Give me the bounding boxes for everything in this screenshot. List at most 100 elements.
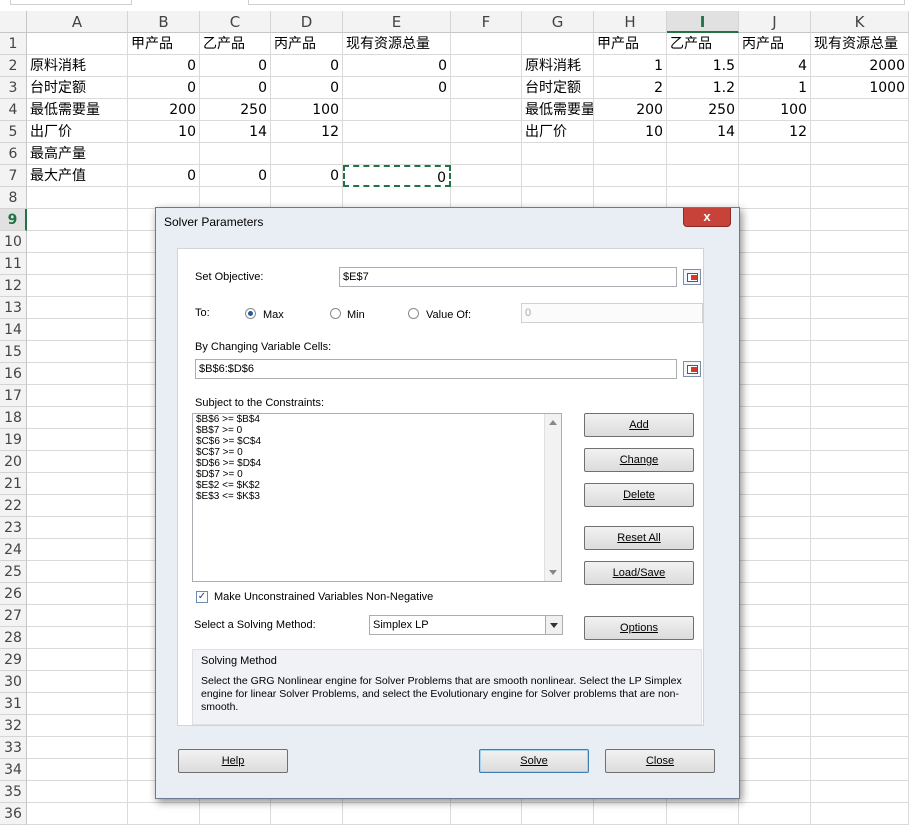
cell-d4[interactable]: 100 bbox=[271, 99, 343, 121]
cell-k16[interactable] bbox=[811, 363, 909, 385]
cell-j21[interactable] bbox=[739, 473, 811, 495]
cell-d2[interactable]: 0 bbox=[271, 55, 343, 77]
changing-cells-range-picker-icon[interactable] bbox=[683, 361, 701, 377]
cell-k5[interactable] bbox=[811, 121, 909, 143]
cell-e3[interactable]: 0 bbox=[343, 77, 451, 99]
row-header-13[interactable]: 13 bbox=[0, 297, 27, 319]
changing-cells-input[interactable]: $B$6:$D$6 bbox=[195, 359, 677, 379]
constraint-item[interactable]: $C$7 >= 0 bbox=[193, 447, 561, 458]
add-button[interactable]: Add bbox=[584, 413, 694, 437]
cell-h6[interactable] bbox=[594, 143, 667, 165]
cell-d5[interactable]: 12 bbox=[271, 121, 343, 143]
cell-c36[interactable] bbox=[200, 803, 271, 825]
constraint-item[interactable]: $D$6 >= $D$4 bbox=[193, 458, 561, 469]
cell-k18[interactable] bbox=[811, 407, 909, 429]
cell-f6[interactable] bbox=[451, 143, 522, 165]
scroll-down-icon[interactable] bbox=[549, 570, 557, 575]
column-header-a[interactable]: A bbox=[27, 11, 128, 33]
cell-k25[interactable] bbox=[811, 561, 909, 583]
cell-a27[interactable] bbox=[27, 605, 128, 627]
options-button[interactable]: Options bbox=[584, 616, 694, 640]
cell-k34[interactable] bbox=[811, 759, 909, 781]
cell-k11[interactable] bbox=[811, 253, 909, 275]
row-header-29[interactable]: 29 bbox=[0, 649, 27, 671]
cell-g36[interactable] bbox=[522, 803, 594, 825]
constraint-item[interactable]: $E$3 <= $K$3 bbox=[193, 491, 561, 502]
cell-a34[interactable] bbox=[27, 759, 128, 781]
cell-a35[interactable] bbox=[27, 781, 128, 803]
cell-a10[interactable] bbox=[27, 231, 128, 253]
cell-a3[interactable]: 台时定额 bbox=[27, 77, 128, 99]
cell-a24[interactable] bbox=[27, 539, 128, 561]
cell-j29[interactable] bbox=[739, 649, 811, 671]
cell-e2[interactable]: 0 bbox=[343, 55, 451, 77]
cell-b8[interactable] bbox=[128, 187, 200, 209]
row-header-26[interactable]: 26 bbox=[0, 583, 27, 605]
cell-j11[interactable] bbox=[739, 253, 811, 275]
cell-j22[interactable] bbox=[739, 495, 811, 517]
cell-g6[interactable] bbox=[522, 143, 594, 165]
column-header-d[interactable]: D bbox=[271, 11, 343, 33]
constraint-item[interactable]: $D$7 >= 0 bbox=[193, 469, 561, 480]
cell-b4[interactable]: 200 bbox=[128, 99, 200, 121]
column-header-i[interactable]: I bbox=[667, 11, 739, 33]
cell-j13[interactable] bbox=[739, 297, 811, 319]
row-header-36[interactable]: 36 bbox=[0, 803, 27, 825]
cell-k14[interactable] bbox=[811, 319, 909, 341]
close-icon[interactable]: x bbox=[683, 208, 731, 227]
cell-c5[interactable]: 14 bbox=[200, 121, 271, 143]
row-header-30[interactable]: 30 bbox=[0, 671, 27, 693]
cell-g8[interactable] bbox=[522, 187, 594, 209]
cell-j8[interactable] bbox=[739, 187, 811, 209]
row-header-7[interactable]: 7 bbox=[0, 165, 27, 187]
cell-f5[interactable] bbox=[451, 121, 522, 143]
cell-a7[interactable]: 最大产值 bbox=[27, 165, 128, 187]
cell-a14[interactable] bbox=[27, 319, 128, 341]
cell-c4[interactable]: 250 bbox=[200, 99, 271, 121]
cell-a23[interactable] bbox=[27, 517, 128, 539]
constraints-list[interactable]: $B$6 >= $B$4 $B$7 >= 0 $C$6 >= $C$4 $C$7 >=… bbox=[192, 413, 562, 582]
column-header-j[interactable]: J bbox=[739, 11, 811, 33]
cell-a20[interactable] bbox=[27, 451, 128, 473]
cell-a2[interactable]: 原料消耗 bbox=[27, 55, 128, 77]
cell-i36[interactable] bbox=[667, 803, 739, 825]
cell-j34[interactable] bbox=[739, 759, 811, 781]
cell-j6[interactable] bbox=[739, 143, 811, 165]
cell-j1[interactable]: 丙产品 bbox=[739, 33, 811, 55]
row-header-25[interactable]: 25 bbox=[0, 561, 27, 583]
cell-a8[interactable] bbox=[27, 187, 128, 209]
cell-e1[interactable]: 现有资源总量 bbox=[343, 33, 451, 55]
cell-a12[interactable] bbox=[27, 275, 128, 297]
row-header-24[interactable]: 24 bbox=[0, 539, 27, 561]
cell-k7[interactable] bbox=[811, 165, 909, 187]
row-header-3[interactable]: 3 bbox=[0, 77, 27, 99]
cell-b1[interactable]: 甲产品 bbox=[128, 33, 200, 55]
close-button[interactable]: Close bbox=[605, 749, 715, 773]
constraints-scrollbar[interactable] bbox=[544, 414, 561, 581]
cell-b36[interactable] bbox=[128, 803, 200, 825]
nonnegative-checkbox[interactable]: ✓ bbox=[196, 591, 208, 603]
solve-button[interactable]: Solve bbox=[479, 749, 589, 773]
value-of-radio[interactable] bbox=[408, 308, 419, 319]
row-header-14[interactable]: 14 bbox=[0, 319, 27, 341]
row-header-18[interactable]: 18 bbox=[0, 407, 27, 429]
cell-b3[interactable]: 0 bbox=[128, 77, 200, 99]
cell-k26[interactable] bbox=[811, 583, 909, 605]
cell-a33[interactable] bbox=[27, 737, 128, 759]
cell-a13[interactable] bbox=[27, 297, 128, 319]
cell-h3[interactable]: 2 bbox=[594, 77, 667, 99]
row-header-19[interactable]: 19 bbox=[0, 429, 27, 451]
cell-k20[interactable] bbox=[811, 451, 909, 473]
cell-b2[interactable]: 0 bbox=[128, 55, 200, 77]
cell-j30[interactable] bbox=[739, 671, 811, 693]
cell-i6[interactable] bbox=[667, 143, 739, 165]
cell-k22[interactable] bbox=[811, 495, 909, 517]
cell-e6[interactable] bbox=[343, 143, 451, 165]
cell-d8[interactable] bbox=[271, 187, 343, 209]
objective-range-picker-icon[interactable] bbox=[683, 269, 701, 285]
cell-h1[interactable]: 甲产品 bbox=[594, 33, 667, 55]
cell-k15[interactable] bbox=[811, 341, 909, 363]
column-header-k[interactable]: K bbox=[811, 11, 909, 33]
row-header-32[interactable]: 32 bbox=[0, 715, 27, 737]
constraint-item[interactable]: $B$6 >= $B$4 bbox=[193, 414, 561, 425]
